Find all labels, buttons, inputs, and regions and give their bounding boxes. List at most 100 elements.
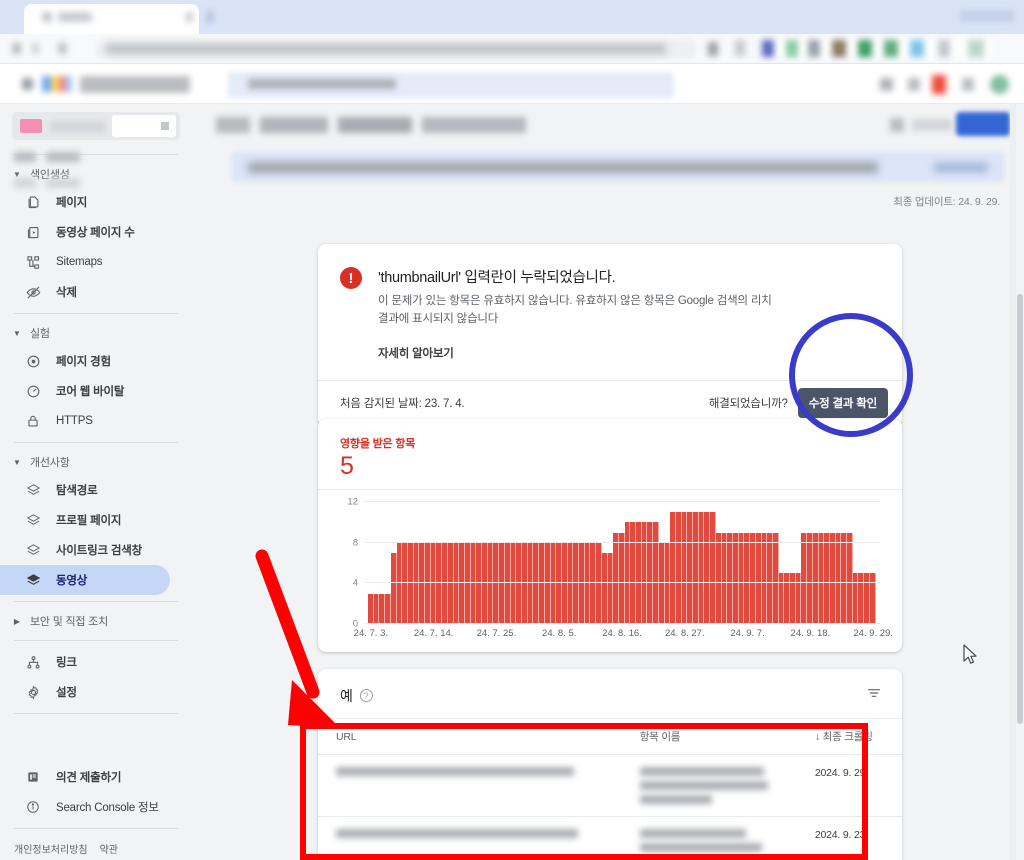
sidebar-item-https[interactable]: HTTPS xyxy=(18,406,178,436)
chart-header: 영향을 받은 항목 5 xyxy=(318,419,902,489)
address-bar[interactable] xyxy=(96,39,696,59)
x-axis-tick: 24. 9. 29. xyxy=(853,628,893,639)
header-primary-button-blur[interactable] xyxy=(956,112,1010,136)
breadcrumb-blur[interactable] xyxy=(216,117,526,133)
affected-items-value: 5 xyxy=(340,452,354,480)
sidebar-item-page-experience[interactable]: 페이지 경험 xyxy=(18,346,178,376)
sidebar-item-breadcrumbs[interactable]: 탐색경로 xyxy=(18,475,178,505)
tab-close-blur[interactable] xyxy=(186,12,193,22)
scrollbar-thumb[interactable] xyxy=(1017,294,1023,724)
issue-description: 이 문제가 있는 항목은 유효하지 않습니다. 유효하지 않은 항목은 Goog… xyxy=(378,295,772,325)
sidebar-item-links[interactable]: 링크 xyxy=(18,647,178,677)
help-icon[interactable]: ? xyxy=(359,689,373,702)
sidebar-item-label: 동영상 페이지 수 xyxy=(56,227,135,239)
learn-more-link[interactable]: 자세히 알아보기 xyxy=(378,345,454,361)
cell-url[interactable] xyxy=(318,816,622,860)
sidebar-item-label: 동영상 xyxy=(56,575,88,587)
header-action-blur[interactable] xyxy=(890,118,904,132)
property-selector[interactable] xyxy=(12,112,180,140)
breadcrumbs-icon xyxy=(24,481,42,499)
profile-page-icon xyxy=(24,511,42,529)
error-alert-icon: ! xyxy=(340,267,362,289)
issue-body: ! 'thumbnailUrl' 입력란이 누락되었습니다. 이 문제가 있는 … xyxy=(318,244,902,380)
sitemap-icon xyxy=(24,253,42,271)
sidebar-item-label: 링크 xyxy=(56,657,77,669)
item-name-blur xyxy=(639,843,762,852)
bookmarks-blur[interactable] xyxy=(735,40,745,56)
info-icon xyxy=(24,798,42,816)
table-row[interactable]: 2024. 9. 29. xyxy=(318,754,902,817)
back-button-blur[interactable] xyxy=(12,43,21,54)
column-header-url[interactable]: URL xyxy=(318,718,622,755)
help-button-blur[interactable] xyxy=(880,78,893,91)
privacy-link[interactable]: 개인정보처리방침 xyxy=(14,841,88,856)
item-name-blur xyxy=(639,767,764,776)
bar-chart[interactable]: 0 4 8 12 xyxy=(334,497,886,630)
sidebar-item-label: 탐색경로 xyxy=(56,485,98,497)
header-label-blur[interactable] xyxy=(912,119,952,131)
issue-title: 'thumbnailUrl' 입력란이 누락되었습니다. xyxy=(378,270,616,286)
apps-grid-blur[interactable] xyxy=(962,78,974,91)
settings-button-blur[interactable] xyxy=(908,78,920,91)
app-menu-button-blur[interactable] xyxy=(22,78,33,90)
account-avatar-blur[interactable] xyxy=(990,75,1009,94)
sort-arrow-icon: ↓ xyxy=(814,731,820,743)
sidebar-item-video[interactable]: 동영상 xyxy=(0,565,170,595)
sidebar-group-security[interactable]: ▶ 보안 및 직접 조치 xyxy=(0,608,192,634)
cell-item-name xyxy=(621,754,797,817)
cell-url[interactable] xyxy=(318,754,622,817)
property-dropdown[interactable] xyxy=(112,115,176,137)
validate-fix-button[interactable]: 수정 결과 확인 xyxy=(797,388,888,419)
new-tab-button-blur[interactable] xyxy=(206,11,214,23)
sidebar-item-label: Sitemaps xyxy=(56,256,103,268)
sidebar-item-about[interactable]: Search Console 정보 xyxy=(18,792,178,822)
sidebar-item-pages[interactable]: 페이지 xyxy=(18,187,178,217)
url-value-blur xyxy=(336,767,574,776)
main-content: 최종 업데이트: 24. 9. 29. ! 'thumbnailUrl' 입력란… xyxy=(192,104,1024,860)
column-header-last-crawled[interactable]: ↓ 최종 크롤링 xyxy=(796,718,902,755)
examples-title: 예 xyxy=(340,687,353,704)
chevron-right-icon: ▶ xyxy=(13,616,21,626)
sidebar-item-removals[interactable]: 삭제 xyxy=(18,277,178,307)
removals-icon xyxy=(24,283,42,301)
breadcrumb-row xyxy=(192,104,1024,150)
notifications-badge-blur[interactable] xyxy=(932,75,946,94)
sidebar-item-feedback[interactable]: 의견 제출하기 xyxy=(18,762,178,792)
chart-gridline xyxy=(364,501,880,502)
terms-link[interactable]: 약관 xyxy=(100,841,118,856)
sidebar-item-profile-page[interactable]: 프로필 페이지 xyxy=(18,505,178,535)
sidebar-item-sitelinks-searchbox[interactable]: 사이트링크 검색창 xyxy=(18,535,178,565)
sidebar-divider xyxy=(14,154,178,155)
global-search-text-blur xyxy=(248,79,396,89)
google-logo-blur xyxy=(42,76,72,92)
sidebar-divider xyxy=(14,442,178,443)
filter-icon[interactable] xyxy=(866,685,882,706)
url-value-blur xyxy=(336,829,578,838)
sidebar-item-sitemaps[interactable]: Sitemaps xyxy=(18,247,178,277)
chevron-down-icon: ▼ xyxy=(13,328,21,338)
column-header-item-name[interactable]: 항목 이름 xyxy=(621,718,797,755)
sidebar-item-settings[interactable]: 설정 xyxy=(18,677,178,707)
info-banner[interactable] xyxy=(232,152,1004,182)
extensions-blur[interactable] xyxy=(708,42,718,56)
table-row[interactable]: 2024. 9. 23. xyxy=(318,816,902,860)
chart-bar[interactable] xyxy=(869,573,876,624)
sidebar-item-label: 사이트링크 검색창 xyxy=(56,545,143,557)
first-detected-date: 처음 감지된 날짜: 23. 7. 4. xyxy=(340,398,465,411)
sidebar-item-label: 설정 xyxy=(56,687,77,699)
profile-chips-blur[interactable] xyxy=(762,40,994,57)
window-controls-blur[interactable] xyxy=(960,10,1014,22)
sidebar-item-video-pages[interactable]: 동영상 페이지 수 xyxy=(18,217,178,247)
table-header-row: URL 항목 이름 ↓ 최종 크롤링 xyxy=(318,718,902,755)
examples-header: 예 ? xyxy=(318,669,902,718)
sidebar-group-enhancements[interactable]: ▼ 개선사항 xyxy=(0,449,192,475)
column-header-last-crawled-label: 최종 크롤링 xyxy=(822,731,873,743)
page-scrollbar[interactable] xyxy=(1016,104,1024,860)
chart-plot-area: 0 4 8 12 24. 7. 3. 24. 7. 14. 24. 7. 25. 24. 8… xyxy=(318,489,902,652)
sidebar-group-experience[interactable]: ▼ 실험 xyxy=(0,320,192,346)
banner-action-blur[interactable] xyxy=(934,163,988,172)
video-icon xyxy=(24,571,42,589)
reload-button-blur[interactable] xyxy=(58,43,67,54)
sidebar-item-core-web-vitals[interactable]: 코어 웹 바이탈 xyxy=(18,376,178,406)
forward-button-blur[interactable] xyxy=(32,43,39,54)
